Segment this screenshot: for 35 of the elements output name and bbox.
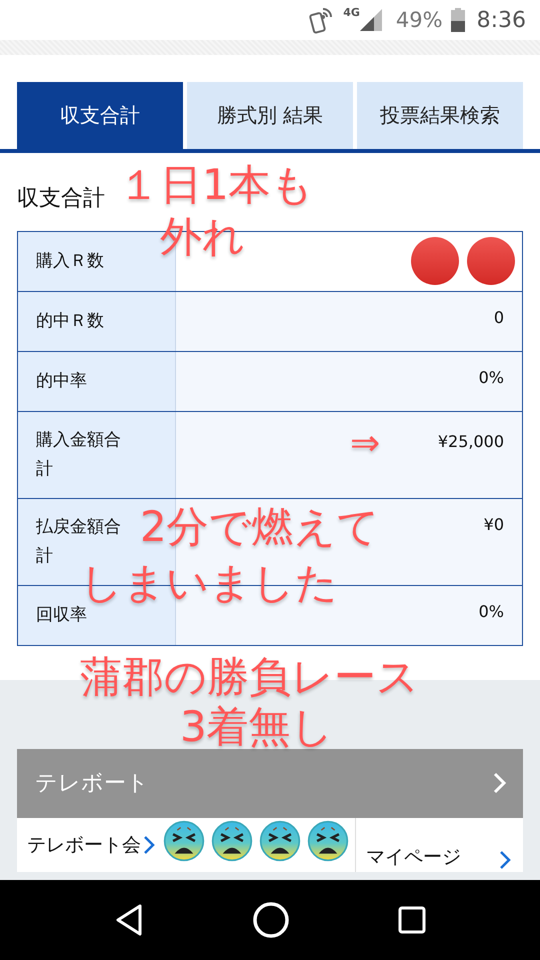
distressed-face-icon — [211, 820, 253, 862]
section-title: 収支合計 — [17, 185, 105, 213]
annotation-text: 2分で燃えて — [140, 502, 380, 552]
back-icon — [114, 903, 144, 937]
dot-icon — [410, 236, 460, 286]
battery-percent: 49% — [396, 8, 443, 32]
chevron-right-icon — [143, 834, 155, 855]
annotation-text: 蒲郡の勝負レース — [80, 652, 419, 702]
battery-icon — [450, 8, 465, 32]
menu-item[interactable]: マイページ — [355, 818, 523, 872]
tab[interactable]: 投票結果検索 — [357, 82, 523, 149]
chevron-right-icon — [499, 850, 511, 870]
menu-item-label: マイページ — [366, 844, 461, 870]
header-title: テレボート — [35, 770, 149, 798]
arrow-annotation: ⇒ — [350, 422, 380, 466]
network-label: 4G — [343, 6, 360, 19]
dot-icon — [466, 236, 516, 286]
chevron-right-icon — [493, 772, 507, 794]
annotation-text: １日1本も — [118, 160, 314, 210]
distressed-face-icon — [259, 820, 301, 862]
tab[interactable]: 勝式別 結果 — [187, 82, 353, 149]
clock: 8:36 — [476, 8, 526, 32]
signal-icon — [360, 9, 382, 31]
table-cell: 0 — [176, 292, 522, 351]
table-cell: 的中率 — [18, 352, 176, 411]
distressed-face-icon — [307, 820, 349, 862]
distressed-face-icon — [163, 820, 205, 862]
table-cell: 的中Ｒ数 — [18, 292, 176, 351]
menu-item[interactable]: テレボート会 — [17, 818, 159, 872]
home-icon — [252, 901, 290, 939]
menu-item-label: テレボート会 — [27, 832, 141, 858]
table-cell: 0% — [176, 352, 522, 411]
tab[interactable]: 収支合計 — [17, 82, 183, 149]
table-cell: 購入金額合計 — [18, 412, 176, 498]
recents-icon — [398, 906, 426, 934]
